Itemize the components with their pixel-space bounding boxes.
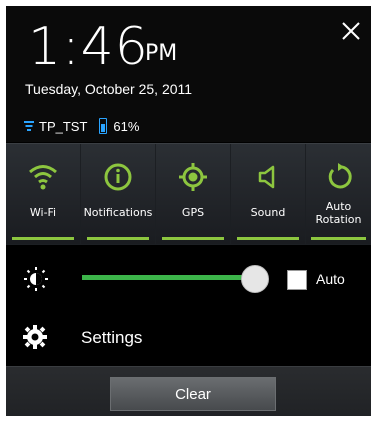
close-icon[interactable] (339, 19, 363, 43)
tile-auto-rotation[interactable]: Auto Rotation (306, 144, 371, 244)
tile-active-indicator (87, 237, 149, 240)
tile-gps[interactable]: GPS (156, 144, 230, 244)
battery-percent: 61% (113, 118, 140, 134)
tile-active-indicator (162, 237, 224, 240)
tile-label: Wi-Fi (29, 206, 57, 219)
tile-active-indicator (311, 237, 366, 240)
wifi-icon (29, 165, 57, 190)
rotate-icon (328, 163, 352, 189)
tile-label: GPS (181, 206, 205, 219)
auto-brightness-label: Auto (316, 271, 345, 287)
tile-label: Auto Rotation (306, 200, 371, 226)
brightness-slider-track[interactable] (82, 275, 254, 280)
footer-bar: Clear (6, 366, 371, 416)
quick-settings-row: Wi-Fi Notifications GPS Sound Auto Rotat… (6, 143, 371, 245)
gear-icon (23, 325, 47, 349)
tile-notifications[interactable]: Notifications (81, 144, 155, 244)
clock-time: 1:46 (28, 17, 149, 77)
tile-wifi[interactable]: Wi-Fi (6, 144, 80, 244)
brightness-icon (24, 267, 48, 291)
network-name: TP_TST (39, 118, 88, 134)
wifi-signal-icon (24, 120, 34, 131)
tile-active-indicator (12, 237, 74, 240)
tile-label: Notifications (83, 206, 153, 219)
info-icon (104, 163, 132, 191)
brightness-row: Auto (6, 246, 371, 310)
notification-panel: 1:46 PM Tuesday, October 25, 2011 TP_TST… (6, 6, 371, 416)
speaker-icon (258, 165, 275, 189)
gps-icon (179, 163, 207, 191)
tile-sound[interactable]: Sound (231, 144, 305, 244)
settings-label: Settings (81, 328, 143, 347)
clear-button[interactable]: Clear (110, 377, 276, 411)
status-header: 1:46 PM Tuesday, October 25, 2011 TP_TST… (6, 6, 371, 142)
settings-row[interactable]: Settings (6, 310, 371, 366)
auto-brightness-checkbox[interactable] (287, 270, 307, 290)
network-battery-row: TP_TST 61% (24, 116, 151, 136)
tile-active-indicator (237, 237, 299, 240)
clock-ampm: PM (145, 41, 178, 66)
battery-icon (99, 118, 108, 134)
tile-label-line1: Auto (325, 200, 352, 213)
date-text: Tuesday, October 25, 2011 (25, 81, 193, 97)
brightness-slider-thumb[interactable] (241, 265, 269, 293)
tile-label: Sound (250, 206, 286, 219)
tile-label-line2: Rotation (315, 213, 362, 226)
